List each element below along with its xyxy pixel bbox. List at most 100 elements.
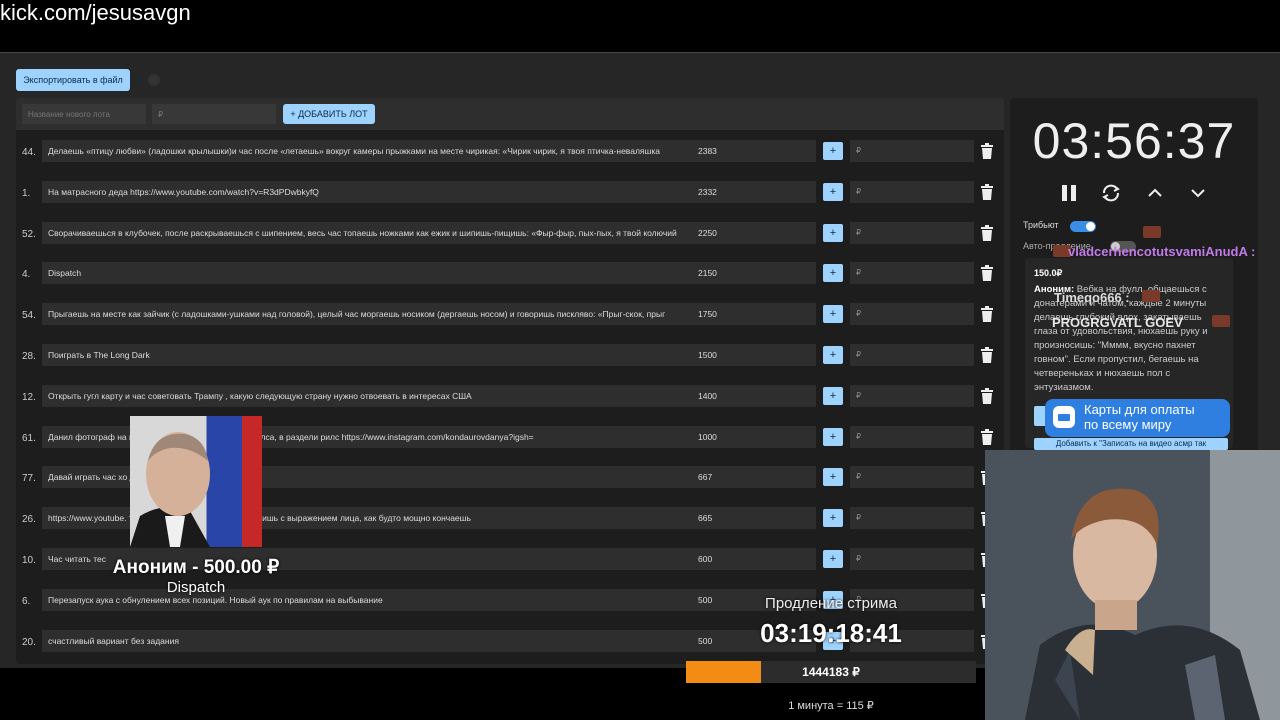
lot-add-amount-input[interactable]: ₽ xyxy=(850,140,974,162)
extension-progress-bar: 1444183 ₽ xyxy=(686,661,976,683)
lot-number: 61. xyxy=(22,432,36,444)
lot-row: 52. Сворачиваешься в клубочек, после раск… xyxy=(16,216,1004,256)
webcam-feed xyxy=(985,450,1280,720)
streamer-silhouette xyxy=(985,450,1280,720)
lot-number: 54. xyxy=(22,310,36,322)
lot-amount[interactable]: 1000 xyxy=(692,425,816,448)
lot-number: 20. xyxy=(22,636,36,648)
chat-emote xyxy=(1142,290,1160,302)
pause-icon[interactable] xyxy=(1058,182,1080,204)
trash-icon[interactable] xyxy=(980,387,994,404)
lot-add-amount-input[interactable]: ₽ xyxy=(850,425,974,448)
donor-alert-name: Аноним - 500.00 ₽ xyxy=(112,557,280,578)
site-url: kick.com/jesusavgn xyxy=(0,0,191,25)
lot-amount[interactable]: 600 xyxy=(692,548,816,570)
lot-number: 28. xyxy=(22,351,36,362)
lot-title[interactable]: На матрасного деда https://www.youtube.c… xyxy=(42,180,702,203)
lot-title[interactable]: Поиграть в The Long Dark xyxy=(42,344,702,366)
trash-icon[interactable] xyxy=(980,265,994,282)
donor-photo xyxy=(130,416,262,547)
refresh-icon[interactable] xyxy=(1100,182,1122,204)
donation-add-button[interactable]: Добавить к "Записать на видео асмр так xyxy=(1034,438,1228,450)
lot-amount[interactable]: 2250 xyxy=(692,221,816,244)
lot-row: 12. Открыть гугл карту и час советовать Т… xyxy=(16,379,1004,419)
trash-icon[interactable] xyxy=(980,347,994,363)
card-ad-line-2: по всему миру xyxy=(1084,417,1172,432)
trash-icon[interactable] xyxy=(980,224,994,241)
lot-number: 52. xyxy=(22,228,36,240)
lot-plus-button[interactable]: + xyxy=(823,550,843,568)
lot-row: 1. На матрасного деда https://www.youtube… xyxy=(16,175,1004,215)
auction-timer: 03:56:37 xyxy=(1032,113,1236,169)
lot-amount[interactable]: 2383 xyxy=(692,140,816,162)
new-lot-amount-input[interactable] xyxy=(152,104,276,124)
lot-plus-button[interactable]: + xyxy=(823,305,843,324)
chat-emote xyxy=(1143,226,1161,238)
trash-icon[interactable] xyxy=(980,306,994,323)
lot-add-amount-input[interactable]: ₽ xyxy=(850,548,974,570)
lot-amount[interactable]: 2150 xyxy=(692,262,816,285)
new-lot-name-input[interactable] xyxy=(22,104,146,124)
lot-plus-button[interactable]: + xyxy=(823,468,843,487)
lot-add-amount-input[interactable]: ₽ xyxy=(850,344,974,366)
lot-add-amount-input[interactable]: ₽ xyxy=(850,384,974,407)
lot-title[interactable]: Прыгаешь на месте как зайчик (с ладошкам… xyxy=(42,303,702,326)
tribute-toggle[interactable] xyxy=(1070,221,1096,232)
donor-alert-message: Dispatch xyxy=(166,579,226,596)
trash-icon[interactable] xyxy=(980,428,994,445)
chat-username-2: Timeqo666 : xyxy=(1054,290,1130,305)
lot-amount[interactable]: 667 xyxy=(692,466,816,489)
card-icon xyxy=(1053,406,1075,428)
lot-row: 28. Поиграть в The Long Dark 1500 + ₽ xyxy=(16,338,1004,378)
chevron-up-icon[interactable] xyxy=(1144,182,1166,204)
lot-number: 26. xyxy=(22,514,36,526)
lot-title[interactable]: Dispatch xyxy=(42,262,702,285)
extension-title: Продление стрима xyxy=(765,595,897,612)
lot-amount[interactable]: 665 xyxy=(692,507,816,530)
chat-username-1: vladcerhencotutsvamiAnudA : xyxy=(1068,244,1256,259)
lot-amount[interactable]: 1400 xyxy=(692,384,816,407)
lot-add-amount-input[interactable]: ₽ xyxy=(850,262,974,285)
lot-number: 77. xyxy=(22,473,36,485)
lot-add-amount-input[interactable]: ₽ xyxy=(850,466,974,489)
donor-portrait xyxy=(130,432,210,547)
lot-add-amount-input[interactable]: ₽ xyxy=(850,303,974,326)
lot-add-amount-input[interactable]: ₽ xyxy=(850,180,974,203)
lot-amount[interactable]: 2332 xyxy=(692,180,816,203)
screen: kick.com/jesusavgn Экспортировать в файл… xyxy=(0,0,1280,720)
theme-toggle[interactable] xyxy=(148,74,160,86)
add-lot-button[interactable]: + ДОБАВИТЬ ЛОТ xyxy=(283,104,375,124)
lot-plus-button[interactable]: + xyxy=(823,223,843,242)
lot-number: 4. xyxy=(22,269,31,281)
trash-icon[interactable] xyxy=(980,143,994,159)
extension-timer: 03:19:18:41 xyxy=(760,618,902,648)
lot-plus-button[interactable]: + xyxy=(823,427,843,446)
lot-title[interactable]: Делаешь «птицу любви» (ладошки крылышки)… xyxy=(42,140,702,162)
lot-add-amount-input[interactable]: ₽ xyxy=(850,507,974,530)
chat-username-3: PROGRGVATL GOEV xyxy=(1052,315,1183,330)
extension-sum: 1444183 ₽ xyxy=(802,665,860,679)
lot-plus-button[interactable]: + xyxy=(823,182,843,201)
lot-title[interactable]: счастливый вариант без задания xyxy=(42,629,702,652)
lot-row: 44. Делаешь «птицу любви» (ладошки крылыш… xyxy=(16,134,1004,174)
export-button[interactable]: Экспортировать в файл xyxy=(16,69,130,91)
lot-amount[interactable]: 1500 xyxy=(692,344,816,366)
lot-title[interactable]: Сворачиваешься в клубочек, после раскрыв… xyxy=(42,221,702,244)
lot-row: 4. Dispatch 2150 + ₽ xyxy=(16,256,1004,296)
lot-amount[interactable]: 1750 xyxy=(692,303,816,326)
lot-title[interactable]: Открыть гугл карту и час советовать Трам… xyxy=(42,384,702,407)
lot-number: 12. xyxy=(22,391,36,403)
chat-emote xyxy=(1212,315,1230,327)
lot-plus-button[interactable]: + xyxy=(823,386,843,405)
lot-number: 1. xyxy=(22,187,31,199)
lot-plus-button[interactable]: + xyxy=(823,509,843,528)
tribute-label: Трибьют xyxy=(1023,220,1059,230)
chevron-down-icon[interactable] xyxy=(1187,182,1209,204)
extension-rate: 1 минута = 115 ₽ xyxy=(788,700,874,712)
lot-row: 54. Прыгаешь на месте как зайчик (с ладош… xyxy=(16,297,1004,337)
lot-plus-button[interactable]: + xyxy=(823,264,843,283)
lot-plus-button[interactable]: + xyxy=(823,142,843,160)
trash-icon[interactable] xyxy=(980,183,994,200)
lot-add-amount-input[interactable]: ₽ xyxy=(850,221,974,244)
lot-plus-button[interactable]: + xyxy=(823,346,843,364)
